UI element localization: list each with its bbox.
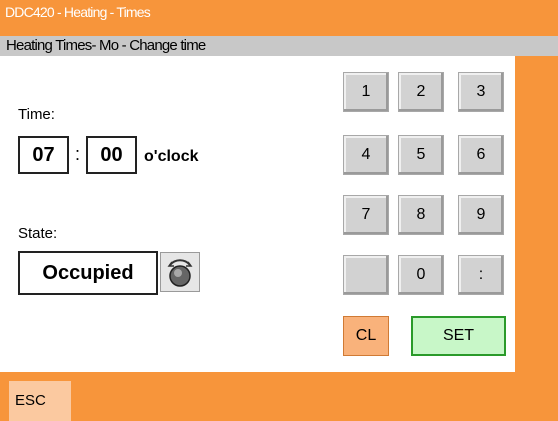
key-0[interactable]: 0 (398, 255, 444, 295)
key-2[interactable]: 2 (398, 72, 444, 112)
key-blank[interactable] (343, 255, 389, 295)
window-title: DDC420 - Heating - Times (5, 4, 151, 20)
subtitle-bar: Heating Times- Mo - Change time (0, 36, 558, 56)
clear-button[interactable]: CL (343, 316, 389, 356)
key-4[interactable]: 4 (343, 135, 389, 175)
esc-button[interactable]: ESC (9, 381, 71, 421)
rotary-knob-icon (167, 259, 193, 287)
page-subtitle: Heating Times- Mo - Change time (6, 37, 206, 54)
hours-field[interactable]: 07 (18, 136, 69, 174)
time-label: Time: (18, 106, 55, 123)
state-label: State: (18, 225, 58, 242)
key-3[interactable]: 3 (458, 72, 504, 112)
key-8[interactable]: 8 (398, 195, 444, 235)
state-knob-button[interactable] (160, 252, 200, 292)
set-button[interactable]: SET (411, 316, 506, 356)
key-colon[interactable]: : (458, 255, 504, 295)
key-7[interactable]: 7 (343, 195, 389, 235)
key-6[interactable]: 6 (458, 135, 504, 175)
time-unit: o'clock (144, 148, 199, 165)
minutes-field[interactable]: 00 (86, 136, 137, 174)
time-separator: : (75, 144, 81, 164)
key-1[interactable]: 1 (343, 72, 389, 112)
state-value-field[interactable]: Occupied (18, 251, 158, 295)
key-5[interactable]: 5 (398, 135, 444, 175)
key-9[interactable]: 9 (458, 195, 504, 235)
